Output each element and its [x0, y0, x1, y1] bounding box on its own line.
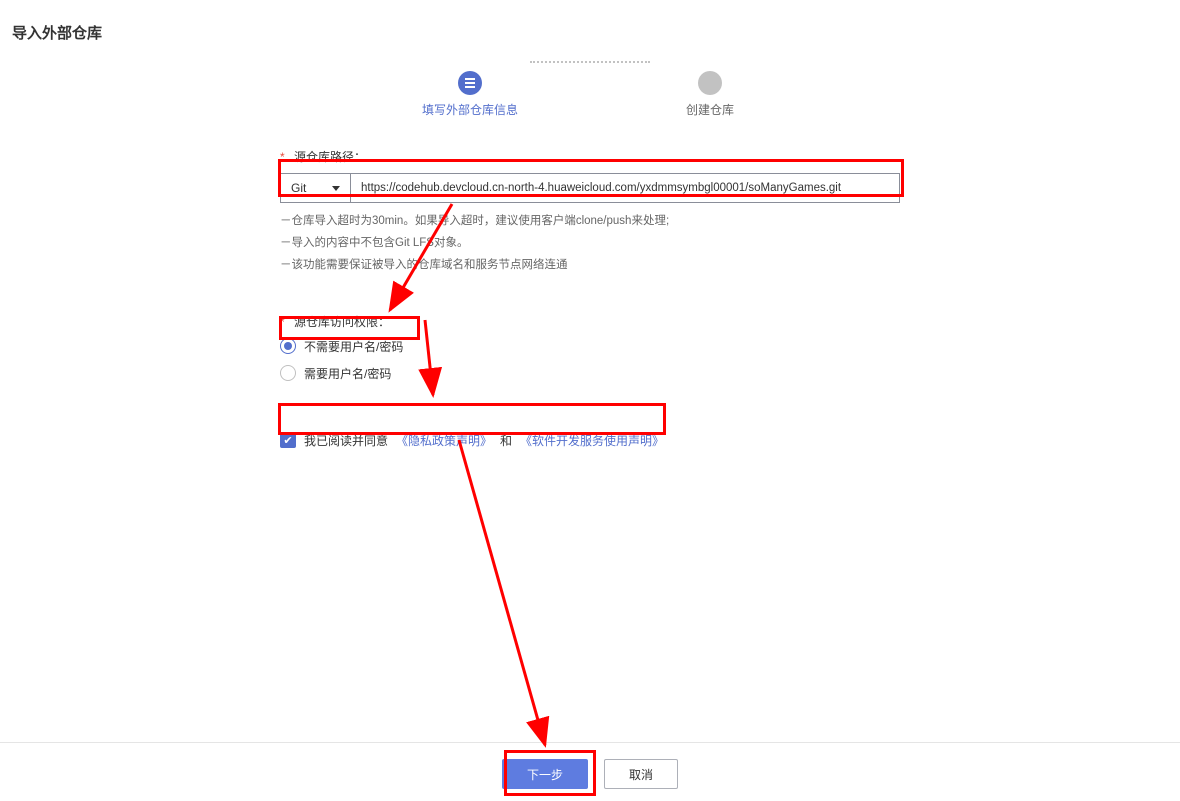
chevron-down-icon — [332, 186, 340, 191]
radio-icon-unchecked — [280, 365, 296, 381]
privacy-link[interactable]: 《隐私政策声明》 — [396, 432, 492, 449]
agreement-row: ✔ 我已阅读并同意 《隐私政策声明》 和 《软件开发服务使用声明》 — [280, 432, 900, 449]
protocol-select[interactable]: Git — [281, 174, 351, 202]
hints: 仓库导入超时为30min。如果导入超时，建议使用客户端clone/push来处理… — [280, 211, 900, 277]
service-link[interactable]: 《软件开发服务使用声明》 — [520, 432, 664, 449]
step-1-label: 填写外部仓库信息 — [422, 101, 518, 118]
step-icon-inactive — [698, 71, 722, 95]
field-access: * 源仓库访问权限： 不需要用户名/密码 需要用户名/密码 — [280, 313, 900, 382]
radio-icon-checked — [280, 338, 296, 354]
step-icon-active — [458, 71, 482, 95]
access-label: * 源仓库访问权限： — [280, 313, 900, 330]
agreement-prefix: 我已阅读并同意 — [304, 432, 388, 449]
hint-1: 仓库导入超时为30min。如果导入超时，建议使用客户端clone/push来处理… — [280, 211, 900, 233]
repo-url-input[interactable] — [351, 174, 899, 202]
form-area: * 源仓库路径： Git 仓库导入超时为30min。如果导入超时，建议使用客户端… — [280, 148, 900, 449]
footer: 下一步 取消 — [0, 742, 1180, 789]
required-mark: * — [280, 315, 285, 329]
radio-auth[interactable]: 需要用户名/密码 — [280, 365, 900, 382]
required-mark: * — [280, 150, 285, 164]
repo-path-row: Git — [280, 173, 900, 203]
cancel-button[interactable]: 取消 — [604, 759, 678, 789]
hint-2: 导入的内容中不包含Git LFS对象。 — [280, 233, 900, 255]
wizard-steps: 填写外部仓库信息 创建仓库 — [0, 71, 1180, 118]
protocol-value: Git — [291, 181, 306, 195]
wizard-connector — [530, 61, 650, 63]
repo-path-label: * 源仓库路径： — [280, 148, 900, 165]
page-title: 导入外部仓库 — [0, 0, 1180, 43]
radio-auth-label: 需要用户名/密码 — [304, 365, 391, 382]
access-radio-group: 不需要用户名/密码 需要用户名/密码 — [280, 338, 900, 382]
agreement-checkbox[interactable]: ✔ — [280, 432, 296, 448]
agreement-and: 和 — [500, 432, 512, 449]
next-button[interactable]: 下一步 — [502, 759, 588, 789]
field-repo-path: * 源仓库路径： Git 仓库导入超时为30min。如果导入超时，建议使用客户端… — [280, 148, 900, 277]
radio-no-auth-label: 不需要用户名/密码 — [304, 338, 403, 355]
step-2-label: 创建仓库 — [686, 101, 734, 118]
wizard-step-2: 创建仓库 — [650, 71, 770, 118]
wizard-step-1: 填写外部仓库信息 — [410, 71, 530, 118]
hint-3: 该功能需要保证被导入的仓库域名和服务节点网络连通 — [280, 255, 900, 277]
radio-no-auth[interactable]: 不需要用户名/密码 — [280, 338, 900, 355]
